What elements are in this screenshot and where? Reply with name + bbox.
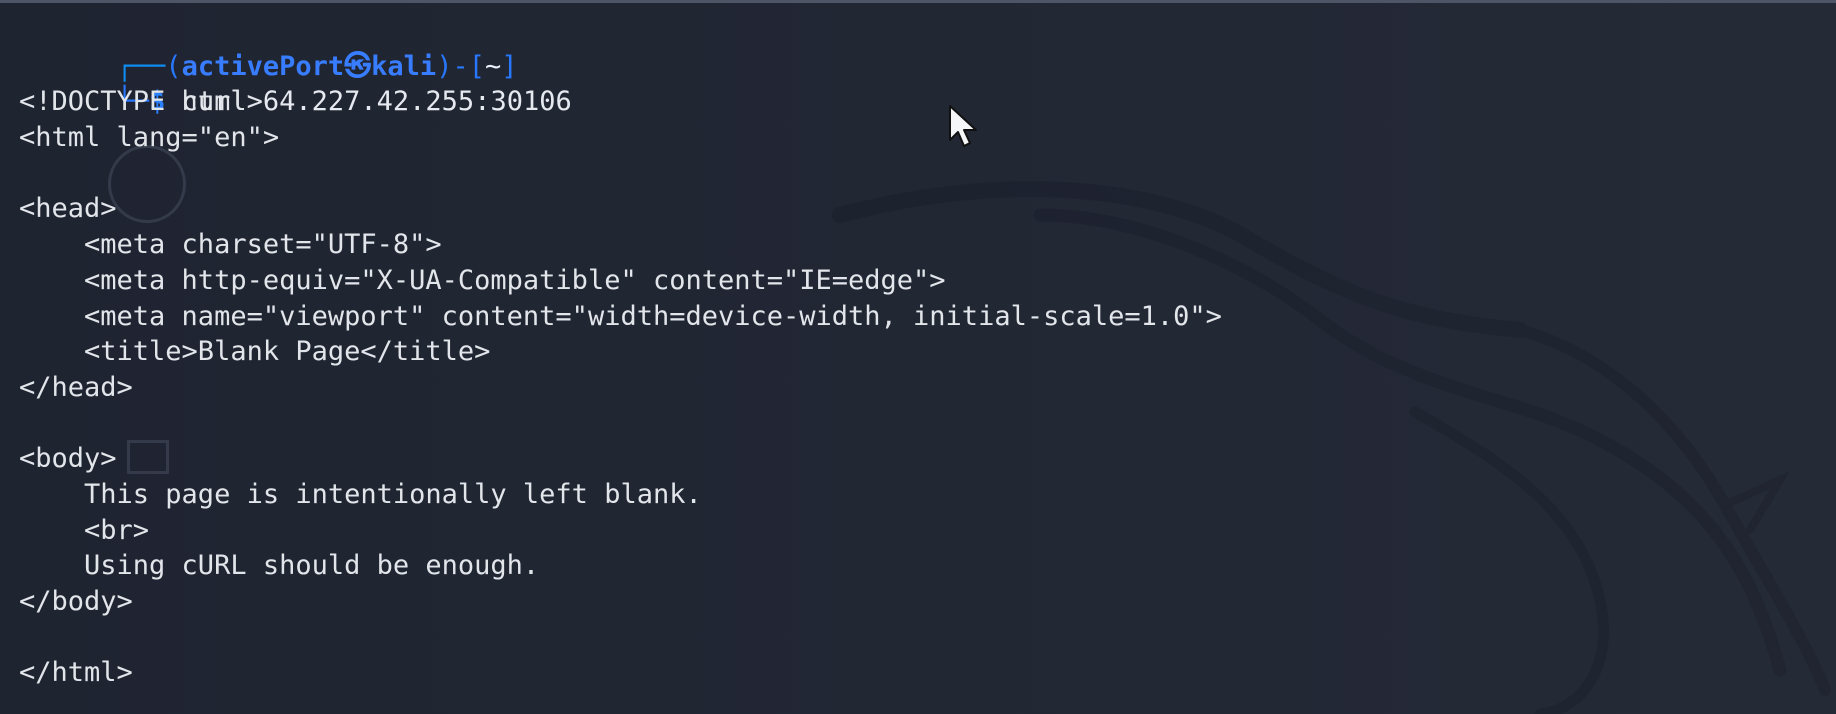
prompt-host: kali xyxy=(371,50,437,82)
output-line: <meta http-equiv="X-UA-Compatible" conte… xyxy=(19,264,946,296)
output-line: <meta name="viewport" content="width=dev… xyxy=(19,300,1222,332)
prompt-open-paren: ( xyxy=(165,50,182,82)
prompt-close-paren: )-[ xyxy=(436,50,485,82)
terminal-window[interactable]: ┌──(activePort㉿kali)-[~] └─$ curl 64.227… xyxy=(0,0,1836,714)
window-top-border xyxy=(0,0,1836,3)
mouse-pointer-icon xyxy=(949,105,977,147)
html-output-block: <!DOCTYPE html> <html lang="en"> <head> … xyxy=(19,84,1519,691)
output-line: <!DOCTYPE html> xyxy=(19,86,263,118)
prompt-cwd: ~ xyxy=(484,50,502,82)
prompt-close-bracket: ] xyxy=(501,50,518,82)
output-line: <html lang="en"> xyxy=(19,122,280,154)
output-line: <meta charset="UTF-8"> xyxy=(19,229,442,261)
output-line: </html> xyxy=(19,657,133,689)
output-line: <title>Blank Page</title> xyxy=(19,336,491,368)
prompt-branch: ┌── xyxy=(116,50,166,82)
prompt-symbol: ㉿ xyxy=(344,50,372,82)
output-line: <br> xyxy=(19,514,150,546)
output-line: Using cURL should be enough. xyxy=(19,550,540,582)
output-line: </body> xyxy=(19,586,133,617)
output-line: This page is intentionally left blank. xyxy=(19,478,702,510)
prompt-user: activePort xyxy=(181,50,345,82)
prompt-line: ┌──(activePort㉿kali)-[~] xyxy=(19,13,1519,82)
output-line: <body> xyxy=(19,443,117,475)
output-line: </head> xyxy=(19,371,133,403)
terminal-output: ┌──(activePort㉿kali)-[~] └─$ curl 64.227… xyxy=(19,13,1519,691)
output-line: <head> xyxy=(19,193,117,225)
